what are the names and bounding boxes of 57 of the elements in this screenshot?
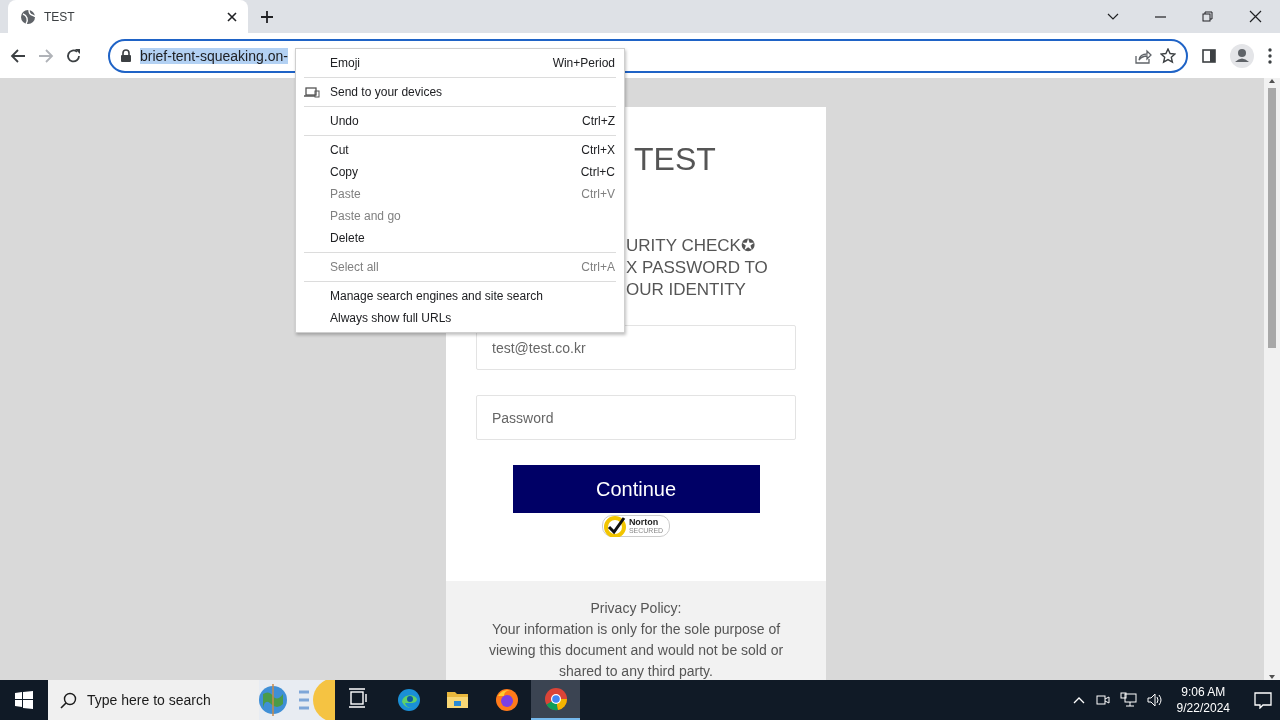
email-field[interactable]: test@test.co.kr [476, 325, 796, 370]
notice-text: OUR IDENTITY [626, 279, 747, 301]
menu-item[interactable]: Undo Ctrl+Z [296, 110, 624, 132]
avatar-icon[interactable] [1230, 43, 1254, 68]
network-icon[interactable] [1119, 692, 1137, 708]
address-text[interactable]: brief-tent-squeaking.on- [140, 47, 288, 64]
continue-button[interactable]: Continue [512, 465, 760, 513]
browser-tab[interactable]: TEST [8, 0, 248, 33]
camera-icon[interactable] [1094, 692, 1110, 708]
lock-icon [120, 48, 132, 63]
menu-icon[interactable] [1268, 47, 1272, 64]
shortcut-text: Ctrl+X [581, 143, 615, 157]
globe-icon [20, 8, 36, 25]
menu-item[interactable]: Manage search engines and site search [296, 285, 624, 307]
star-icon[interactable] [1160, 47, 1176, 64]
reload-icon[interactable] [66, 47, 82, 64]
footer-text: shared to any third party. [559, 662, 713, 680]
shortcut-text: Ctrl+A [581, 260, 615, 274]
chevron-down-icon[interactable] [1107, 12, 1119, 21]
footer-title: Privacy Policy: [590, 599, 682, 618]
shortcut-text: Ctrl+Z [582, 114, 615, 128]
close-icon[interactable] [226, 10, 238, 23]
edge-icon [396, 688, 421, 712]
password-field[interactable]: Password [476, 395, 796, 440]
search-icon [60, 691, 77, 709]
shortcut-text: Ctrl+C [580, 165, 615, 179]
page-heading: TEST [634, 142, 717, 176]
notice-text: X PASSWORD TO [626, 257, 769, 279]
notification-icon[interactable] [1254, 691, 1272, 709]
search-box[interactable]: Type here to search [48, 680, 335, 720]
close-icon[interactable] [1249, 10, 1262, 23]
shortcut-text: Ctrl+V [581, 187, 615, 201]
chevron-up-icon[interactable] [1072, 696, 1085, 704]
menu-item[interactable]: Delete [296, 227, 624, 249]
checkmark-icon [602, 515, 627, 537]
side-panel-icon[interactable] [1202, 48, 1216, 63]
share-icon[interactable] [1134, 47, 1152, 64]
devices-icon [304, 87, 320, 98]
windows-icon[interactable] [15, 691, 33, 709]
menu-item[interactable]: Cut Ctrl+X [296, 139, 624, 161]
taskbar-button[interactable] [531, 680, 580, 720]
menu-item[interactable]: Send to your devices [296, 81, 624, 103]
footer-text: viewing this document and would not be sold or [488, 641, 784, 660]
notice-text: URITY CHECK✪ [626, 235, 756, 257]
shortcut-text: Win+Period [552, 56, 615, 70]
firefox-icon [494, 688, 519, 712]
search-field[interactable]: Type here to search [87, 680, 259, 720]
chrome-icon [543, 687, 568, 711]
menu-item[interactable]: Emoji Win+Period [296, 52, 624, 74]
restore-icon[interactable] [1202, 11, 1213, 22]
footer-text: Your information is only for the sole purpose of [491, 620, 781, 639]
menu-item[interactable]: Copy Ctrl+C [296, 161, 624, 183]
back-icon[interactable] [10, 47, 26, 64]
clock-time[interactable]: 9:06 AM [1181, 684, 1226, 700]
new-tab-icon[interactable] [260, 9, 274, 24]
clock-date[interactable]: 9/22/2024 [1176, 700, 1230, 716]
volume-icon[interactable] [1146, 692, 1163, 708]
